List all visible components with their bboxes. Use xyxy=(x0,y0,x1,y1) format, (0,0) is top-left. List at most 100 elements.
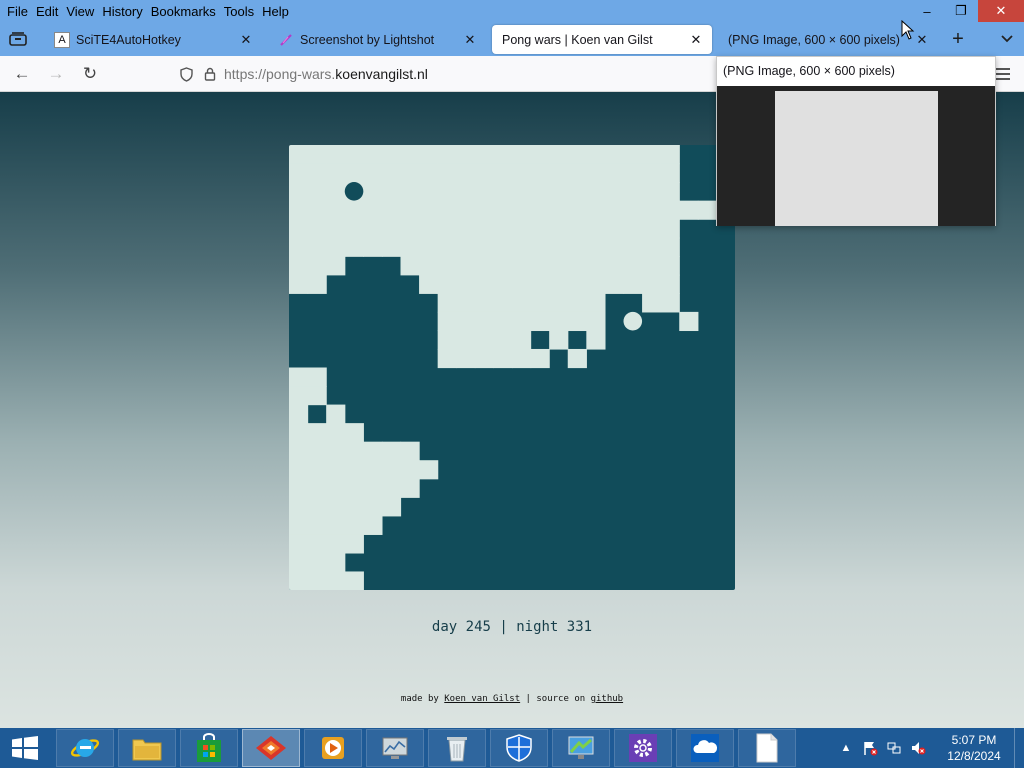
day-cell xyxy=(307,237,327,257)
day-cell xyxy=(437,348,457,369)
menu-file[interactable]: File xyxy=(3,4,32,19)
day-cell xyxy=(456,311,476,332)
day-cell xyxy=(381,219,402,239)
day-cell xyxy=(289,200,309,220)
day-cell xyxy=(623,200,643,220)
github-link[interactable]: github xyxy=(591,694,624,704)
day-cell xyxy=(400,145,420,165)
day-cell xyxy=(289,497,309,517)
day-cell xyxy=(512,237,532,257)
day-cell xyxy=(474,182,495,202)
scite-favicon-icon: A xyxy=(54,31,70,48)
day-cell xyxy=(493,145,513,165)
list-all-tabs-button[interactable] xyxy=(996,29,1018,49)
media-player-button[interactable] xyxy=(304,728,362,768)
day-cell xyxy=(586,163,606,183)
back-button[interactable]: ← xyxy=(11,63,33,85)
day-cell xyxy=(363,515,383,535)
day-cell xyxy=(549,163,569,183)
menu-view[interactable]: View xyxy=(62,4,98,19)
close-window-button[interactable]: ✕ xyxy=(978,0,1024,22)
store-button[interactable] xyxy=(180,728,238,768)
day-cell xyxy=(493,293,513,313)
day-cell xyxy=(586,200,606,220)
day-cell xyxy=(326,237,346,257)
firefox-view-button[interactable] xyxy=(6,29,30,49)
menu-bookmarks[interactable]: Bookmarks xyxy=(147,4,220,19)
day-cell xyxy=(456,145,476,165)
day-cell xyxy=(530,348,550,369)
day-cell xyxy=(567,274,587,294)
tab-scite[interactable]: A SciTE4AutoHotkey ✕ xyxy=(46,25,262,54)
day-cell xyxy=(549,330,569,350)
browser-button[interactable] xyxy=(242,728,300,768)
day-cell xyxy=(344,423,364,443)
chevron-down-icon xyxy=(1001,35,1013,43)
day-cell xyxy=(307,182,327,202)
resource-monitor-button[interactable] xyxy=(366,728,424,768)
forward-button[interactable]: → xyxy=(45,63,67,85)
new-tab-button[interactable]: + xyxy=(946,29,970,49)
day-cell xyxy=(381,497,402,517)
minimize-button[interactable]: – xyxy=(910,0,944,22)
tab-strip: A SciTE4AutoHotkey ✕ Screenshot by Light… xyxy=(0,22,1024,56)
menu-history[interactable]: History xyxy=(98,4,146,19)
clock[interactable]: 5:07 PM 12/8/2024 xyxy=(934,732,1014,764)
reload-button[interactable]: ↻ xyxy=(79,63,101,85)
blank-file-button[interactable] xyxy=(738,728,796,768)
action-center-flag-icon[interactable] xyxy=(859,740,881,756)
restore-button[interactable]: ❐ xyxy=(944,0,978,22)
tab-lightshot[interactable]: Screenshot by Lightshot ✕ xyxy=(270,25,486,54)
day-cell xyxy=(326,200,346,220)
menu-edit[interactable]: Edit xyxy=(32,4,62,19)
day-cell xyxy=(456,348,476,369)
show-desktop-button[interactable] xyxy=(1014,728,1024,768)
menu-tools[interactable]: Tools xyxy=(220,4,258,19)
network-icon[interactable] xyxy=(883,740,905,756)
menu-help[interactable]: Help xyxy=(258,4,293,19)
fox-browser-icon xyxy=(256,736,286,760)
day-cell xyxy=(567,237,587,257)
day-cell xyxy=(437,330,457,350)
lock-icon[interactable] xyxy=(200,64,220,84)
volume-muted-icon[interactable] xyxy=(907,740,929,756)
author-link[interactable]: Koen van Gilst xyxy=(444,694,520,704)
chevron-up-icon[interactable]: ▲ xyxy=(835,740,857,756)
url-bar[interactable]: https://pong-wars.koenvangilst.nl xyxy=(172,61,732,87)
day-cell xyxy=(326,219,346,239)
shield-icon[interactable] xyxy=(176,64,196,84)
day-cell xyxy=(437,293,457,313)
day-cell xyxy=(437,200,457,220)
day-cell xyxy=(549,293,569,313)
day-cell xyxy=(363,237,383,257)
day-cell xyxy=(623,219,643,239)
start-button[interactable] xyxy=(0,728,50,768)
remote-desktop-button[interactable] xyxy=(552,728,610,768)
day-cell xyxy=(307,145,327,165)
preview-title: (PNG Image, 600 × 600 pixels) xyxy=(723,64,895,78)
tab-close-icon[interactable]: ✕ xyxy=(238,32,254,48)
day-cell xyxy=(437,237,457,257)
day-cell xyxy=(326,497,346,517)
file-explorer-button[interactable] xyxy=(118,728,176,768)
day-cell xyxy=(344,571,364,590)
settings-button[interactable] xyxy=(614,728,672,768)
tab-close-icon[interactable]: ✕ xyxy=(688,32,704,48)
tab-title: Screenshot by Lightshot xyxy=(300,32,435,47)
recycle-bin-button[interactable] xyxy=(428,728,486,768)
day-cell xyxy=(419,145,439,165)
defender-button[interactable] xyxy=(490,728,548,768)
tab-close-icon[interactable]: ✕ xyxy=(914,32,930,48)
day-cell xyxy=(381,237,402,257)
tab-pong-wars[interactable]: Pong wars | Koen van Gilst ✕ xyxy=(492,25,712,54)
onedrive-button[interactable] xyxy=(676,728,734,768)
tab-close-icon[interactable]: ✕ xyxy=(462,32,478,48)
day-cell xyxy=(530,311,550,332)
folder-view-icon xyxy=(9,32,27,46)
internet-explorer-button[interactable] xyxy=(56,728,114,768)
day-cell xyxy=(530,274,550,294)
day-cell xyxy=(549,219,569,239)
day-cell xyxy=(456,274,476,294)
day-cell xyxy=(344,145,364,165)
day-cell xyxy=(437,274,457,294)
